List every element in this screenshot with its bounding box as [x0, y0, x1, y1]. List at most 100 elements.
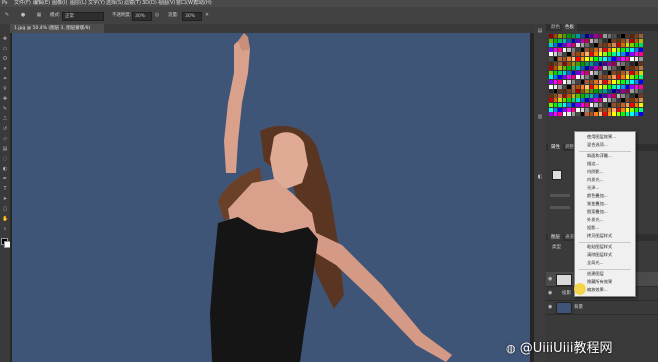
color-swatch[interactable]: [598, 47, 603, 52]
color-swatch[interactable]: [567, 61, 571, 66]
context-menu-item[interactable]: 光泽...: [587, 185, 599, 191]
color-swatch[interactable]: [567, 56, 571, 61]
flow-input[interactable]: 30%: [182, 12, 202, 21]
color-swatch[interactable]: [589, 84, 594, 89]
color-swatch[interactable]: [594, 43, 598, 48]
color-swatch[interactable]: [562, 75, 567, 80]
color-swatch[interactable]: [612, 61, 616, 66]
color-swatch[interactable]: [630, 43, 634, 48]
color-swatch[interactable]: [585, 84, 589, 89]
color-swatch[interactable]: [630, 84, 634, 89]
color-swatch[interactable]: [603, 43, 607, 48]
color-swatch[interactable]: [607, 52, 612, 57]
color-swatch[interactable]: [589, 79, 594, 84]
color-swatch[interactable]: [598, 52, 603, 57]
color-swatch[interactable]: [553, 89, 558, 94]
color-swatch[interactable]: [553, 38, 558, 43]
color-swatch[interactable]: [625, 56, 630, 61]
context-menu-item[interactable]: 全局光...: [587, 260, 604, 266]
color-swatch[interactable]: [585, 98, 589, 103]
color-swatch[interactable]: [603, 38, 607, 43]
color-swatch[interactable]: [634, 107, 639, 112]
tab-properties[interactable]: 属性: [548, 144, 563, 151]
color-swatch[interactable]: [558, 38, 562, 43]
context-menu-item[interactable]: 使用图层效果...: [587, 134, 616, 140]
type-icon[interactable]: T: [2, 186, 8, 192]
color-swatch[interactable]: [616, 66, 621, 71]
color-swatch[interactable]: [630, 107, 634, 112]
color-swatch[interactable]: [594, 70, 598, 75]
color-swatch[interactable]: [553, 43, 558, 48]
color-swatch[interactable]: [603, 98, 607, 103]
color-swatch[interactable]: [607, 34, 612, 38]
color-swatch[interactable]: [625, 52, 630, 57]
color-swatch[interactable]: [598, 56, 603, 61]
color-swatch[interactable]: [553, 102, 558, 107]
color-swatch[interactable]: [562, 43, 567, 48]
color-swatch[interactable]: [594, 47, 598, 52]
color-swatch[interactable]: [639, 107, 643, 112]
color-swatch[interactable]: [576, 102, 580, 107]
color-swatch[interactable]: [576, 84, 580, 89]
quick-select-icon[interactable]: ✦: [2, 66, 8, 72]
context-menu-item[interactable]: 拷贝图层样式: [587, 233, 612, 239]
color-swatch[interactable]: [594, 102, 598, 107]
color-swatch[interactable]: [616, 75, 621, 80]
color-swatch[interactable]: [621, 102, 625, 107]
opacity-input[interactable]: 30%: [132, 12, 152, 21]
color-swatch[interactable]: [630, 102, 634, 107]
color-swatch[interactable]: [567, 102, 571, 107]
color-swatch[interactable]: [576, 38, 580, 43]
color-swatch[interactable]: [612, 102, 616, 107]
color-swatch[interactable]: [571, 102, 576, 107]
color-swatch[interactable]: [562, 102, 567, 107]
color-swatch[interactable]: [558, 84, 562, 89]
color-swatch[interactable]: [634, 70, 639, 75]
color-swatch[interactable]: [634, 89, 639, 94]
color-swatch[interactable]: [589, 102, 594, 107]
color-swatch[interactable]: [571, 66, 576, 71]
color-swatch[interactable]: [589, 70, 594, 75]
eyedropper-icon[interactable]: ⚲: [2, 86, 8, 92]
canvas[interactable]: [12, 33, 530, 362]
color-swatch[interactable]: [589, 98, 594, 103]
color-swatch[interactable]: [625, 79, 630, 84]
color-swatch[interactable]: [621, 34, 625, 38]
color-swatch[interactable]: [612, 34, 616, 38]
color-swatch[interactable]: [607, 43, 612, 48]
color-swatch[interactable]: [553, 112, 558, 117]
airbrush-icon[interactable]: ✈: [204, 12, 210, 18]
color-swatch[interactable]: [621, 38, 625, 43]
menu-filter[interactable]: 滤镜(T): [124, 0, 141, 7]
path-select-icon[interactable]: ➤: [2, 196, 8, 202]
color-swatch[interactable]: [603, 84, 607, 89]
color-swatch[interactable]: [585, 75, 589, 80]
color-swatch[interactable]: [567, 47, 571, 52]
menu-window[interactable]: 窗口(W): [176, 0, 195, 7]
color-swatch[interactable]: [585, 56, 589, 61]
color-swatch[interactable]: [616, 61, 621, 66]
color-swatch[interactable]: [549, 75, 553, 80]
color-swatch[interactable]: [630, 112, 634, 117]
color-swatch[interactable]: [639, 43, 643, 48]
color-swatch[interactable]: [580, 89, 585, 94]
color-swatch[interactable]: [580, 66, 585, 71]
color-swatch[interactable]: [625, 112, 630, 117]
color-swatch[interactable]: [562, 70, 567, 75]
color-swatch[interactable]: [625, 102, 630, 107]
tab-color[interactable]: 颜色: [548, 24, 563, 31]
color-swatch[interactable]: [612, 43, 616, 48]
color-swatch[interactable]: [594, 75, 598, 80]
color-swatch[interactable]: [616, 93, 621, 98]
menu-layer[interactable]: 图层(L): [70, 0, 87, 7]
color-swatch[interactable]: [571, 98, 576, 103]
color-swatch[interactable]: [571, 84, 576, 89]
color-swatch[interactable]: [621, 66, 625, 71]
color-swatch[interactable]: [589, 43, 594, 48]
color-swatch[interactable]: [553, 79, 558, 84]
color-swatch[interactable]: [598, 70, 603, 75]
color-swatch[interactable]: [616, 102, 621, 107]
color-swatch[interactable]: [634, 61, 639, 66]
color-swatch[interactable]: [639, 84, 643, 89]
color-swatch[interactable]: [612, 38, 616, 43]
